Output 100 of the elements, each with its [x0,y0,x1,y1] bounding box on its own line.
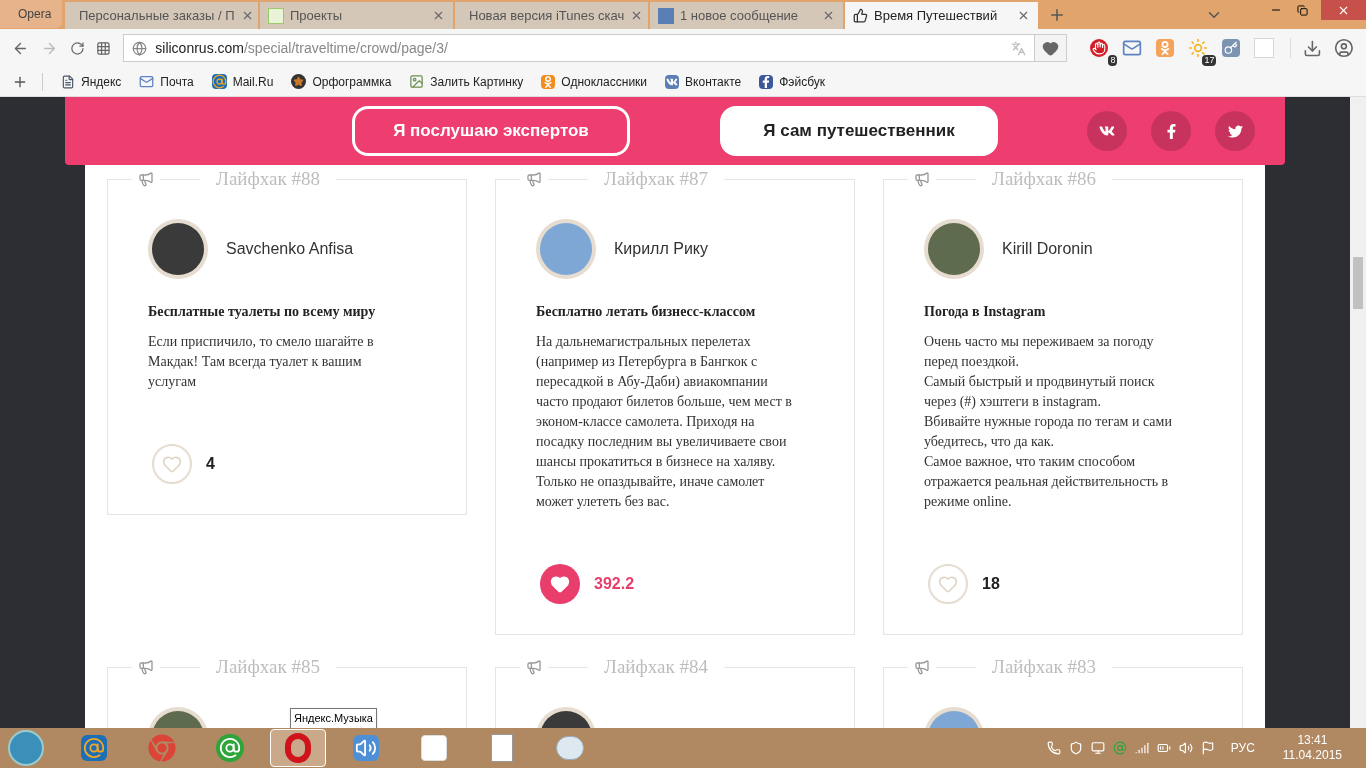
count-badge: 8 [1108,55,1118,66]
close-window-button[interactable] [1321,0,1366,20]
ring-logo-icon [285,733,311,763]
like-button[interactable] [540,564,580,604]
speaker-icon[interactable] [1178,741,1193,755]
author-name: Кирилл Рику [614,239,708,259]
account-icon[interactable] [1334,38,1354,58]
choice-button[interactable]: Я послушаю экспертов [352,106,630,156]
browser-tab[interactable]: Новая версия iTunes скач [455,2,648,29]
bookmark-label: Вконтакте [685,73,742,91]
share-button[interactable] [1151,111,1191,151]
bookmark-item[interactable]: Вконтакте [665,72,742,91]
bookmark-item[interactable]: Залить Картинку [409,72,524,91]
count-badge: 17 [1202,55,1217,66]
at-sign-icon [81,735,107,761]
bookmark-item[interactable]: Одноклассники [541,72,648,91]
bookmark-item[interactable]: Почта [139,72,194,91]
dots-logo-icon [268,7,284,24]
picture-icon [409,74,425,89]
url-path: /special/traveltime/crowd/page/3/ [244,38,448,58]
author-name: Kirill Doronin [1002,239,1093,259]
bookmark-label: Яндекс [81,73,122,91]
speaker-icon [353,735,379,761]
bookmark-label: Залить Картинку [430,73,524,91]
megaphone-icon [914,171,930,187]
megaphone-icon [138,171,154,187]
author-name: Savchenko Anfisa [226,239,354,259]
envelope-icon [139,74,155,89]
bookmark-label: Одноклассники [561,73,648,91]
browser-tab[interactable]: 1 новое сообщение [650,2,843,29]
choice-button[interactable]: Я сам путешественник [720,106,998,156]
tip-text: Очень часто мы переживаем за погоду перед поездкой. [924,333,1155,371]
opera-menu-button[interactable]: Opera [0,0,62,28]
close-icon[interactable] [432,9,445,22]
tip-text: Если приспичило, то смело шагайте в Макдак! Там всегда туалет к вашим услугам [148,333,375,391]
shield-icon[interactable] [1068,741,1083,755]
megaphone-icon [138,659,154,675]
browser-logo-icon [148,734,176,762]
bookmark-item[interactable]: Фэйсбук [759,72,826,91]
like-count: 392.2 [594,574,635,594]
address-field[interactable]: siliconrus.com/special/traveltime/crowd/page/3/ [123,34,1068,62]
star-icon [291,74,307,89]
avatar [148,219,208,279]
tab-title: Проекты [290,6,344,25]
translate-icon[interactable] [1011,40,1027,56]
tip-text: Самый быстрый и продвинутый поиск через (#) хэштеги в instagram. [924,373,1156,411]
thumbs-up-icon [853,8,868,23]
reload-icon[interactable] [69,40,85,56]
heart-icon[interactable] [1042,39,1060,57]
close-icon[interactable] [822,9,835,22]
twitter-logo-icon [1227,123,1243,139]
phone-icon[interactable] [1046,741,1061,755]
clock-time: 13:41 [1297,733,1328,748]
tab-title: 1 новое сообщение [680,6,800,25]
facebook-logo-icon [759,74,774,89]
like-count: 4 [206,454,215,474]
chat-bubble-icon [216,734,244,762]
document-icon [491,734,513,762]
speed-dial-icon[interactable] [96,40,112,56]
bookmark-item[interactable]: Яндекс [61,72,122,91]
heart-icon [550,574,570,594]
bookmark-label: Фэйсбук [779,73,826,91]
browser-tab[interactable]: Время Путешествий [845,2,1038,29]
like-count: 18 [982,574,1000,594]
bookmark-item[interactable]: Mail.Ru [211,72,274,91]
megaphone-icon [526,171,542,187]
page-icon [61,74,75,89]
at-sign-icon [211,74,227,89]
url-host: siliconrus.com [155,38,244,58]
taskbar-app-button[interactable] [270,729,326,767]
bookmark-item[interactable]: Орфограммка [291,72,392,91]
battery-icon[interactable] [1156,741,1171,755]
tab-title: Время Путешествий [874,6,999,25]
heart-icon [162,454,182,474]
start-button[interactable] [8,730,44,766]
tip-title: Бесплатные туалеты по всему миру [147,303,377,321]
monitor-icon[interactable] [1090,741,1105,755]
tab-title: Персональные заказы / П [79,6,235,25]
close-icon[interactable] [1017,9,1030,22]
restore-icon [1296,4,1308,16]
share-button[interactable] [1087,111,1127,151]
people-logo-icon [541,74,556,89]
tip-text: На дальнемагистральных перелетах (например из Петербурга в Бангкок с пересадкой в Абу-Даби) авиакомпании часто продают билетов больше, чем мест в эконом-классе самолета. Приходя на посадку последним вы увеличиваете свои шансы прокатиться в бизнесе на халяву. Только не опаздывайте, иначе самолет может улететь без вас. [536,333,793,511]
megaphone-icon [526,659,542,675]
browser-tab[interactable]: Персональные заказы / П [65,2,258,29]
bookmark-label: Почта [160,73,194,91]
share-button[interactable] [1215,111,1255,151]
bookmark-label: Mail.Ru [232,73,274,91]
browser-tab[interactable]: Проекты [260,2,453,29]
new-tab-icon[interactable] [1048,6,1066,24]
avatar [924,219,984,279]
avatar [536,219,596,279]
clock-date: 11.04.2015 [1282,748,1342,763]
tooltip: Яндекс.Музыка [290,708,377,728]
flag-icon[interactable] [1200,741,1215,755]
counter-logo-icon [658,7,674,24]
signal-icon[interactable] [1134,741,1149,755]
tip-text: Вбивайте нужные города по тегам и сами убедитесь, что да как. [924,413,1173,451]
globe-icon [132,40,148,56]
download-icon[interactable] [1303,38,1323,58]
